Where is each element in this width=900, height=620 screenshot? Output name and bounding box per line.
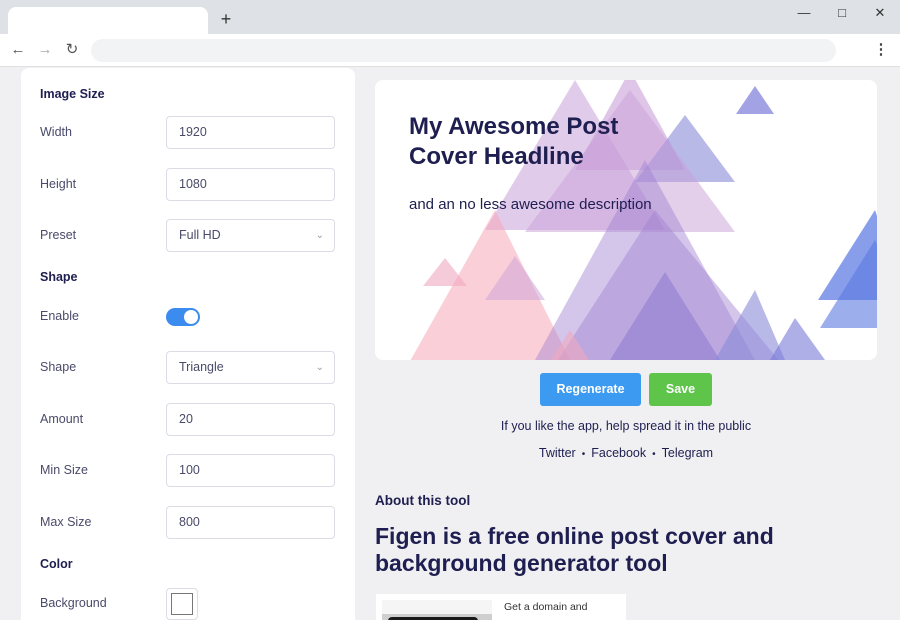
telegram-link[interactable]: Telegram bbox=[662, 446, 713, 460]
ad-text: Get a domain and bbox=[504, 601, 588, 613]
amount-label: Amount bbox=[40, 412, 84, 426]
preset-value: Full HD bbox=[179, 228, 221, 242]
enable-toggle[interactable] bbox=[166, 308, 200, 326]
max-size-label: Max Size bbox=[40, 515, 92, 529]
background-label: Background bbox=[40, 596, 107, 610]
separator-dot: • bbox=[652, 449, 656, 460]
save-button[interactable]: Save bbox=[649, 373, 712, 406]
settings-panel: Image Size Width 1920 Height 1080 Preset… bbox=[21, 68, 355, 620]
forward-icon[interactable]: → bbox=[35, 40, 55, 60]
separator-dot: • bbox=[581, 449, 586, 460]
background-color-swatch bbox=[171, 593, 193, 615]
menu-icon[interactable]: ⋮ bbox=[872, 40, 890, 60]
shape-value: Triangle bbox=[179, 360, 224, 374]
cover-preview: My Awesome Post Cover Headline and an no… bbox=[375, 80, 877, 360]
shape-title: Shape bbox=[40, 270, 78, 284]
image-size-title: Image Size bbox=[40, 87, 105, 101]
width-input[interactable]: 1920 bbox=[166, 116, 335, 149]
preset-select[interactable]: Full HD ⌄ bbox=[166, 219, 335, 252]
height-input[interactable]: 1080 bbox=[166, 168, 335, 201]
color-title: Color bbox=[40, 557, 73, 571]
new-tab-button[interactable]: + bbox=[216, 9, 236, 29]
ad-thumbnail bbox=[382, 600, 492, 620]
regenerate-button[interactable]: Regenerate bbox=[540, 373, 641, 406]
height-label: Height bbox=[40, 177, 77, 191]
amount-input[interactable]: 20 bbox=[166, 403, 335, 436]
chevron-down-icon: ⌄ bbox=[315, 230, 324, 241]
about-label: About this tool bbox=[375, 493, 471, 508]
min-size-input[interactable]: 100 bbox=[166, 454, 335, 487]
min-size-label: Min Size bbox=[40, 463, 88, 477]
back-icon[interactable]: ← bbox=[8, 40, 28, 60]
preset-label: Preset bbox=[40, 228, 77, 242]
reload-icon[interactable]: ↻ bbox=[62, 40, 82, 60]
max-size-input[interactable]: 800 bbox=[166, 506, 335, 539]
preview-headline: My Awesome Post Cover Headline bbox=[409, 113, 619, 170]
browser-toolbar: ← → ↻ ⋮ bbox=[0, 34, 900, 67]
address-bar[interactable] bbox=[91, 39, 836, 62]
maximize-icon[interactable]: □ bbox=[831, 4, 853, 22]
close-icon[interactable]: ✕ bbox=[869, 4, 891, 22]
shape-select[interactable]: Triangle ⌄ bbox=[166, 351, 335, 384]
tab-strip: + — □ ✕ bbox=[0, 0, 900, 34]
toggle-knob bbox=[184, 310, 198, 324]
chevron-down-icon: ⌄ bbox=[315, 362, 324, 373]
width-label: Width bbox=[40, 125, 72, 139]
preview-description: and an no less awesome description bbox=[409, 196, 652, 213]
ad-card[interactable]: Get a domain and bbox=[376, 594, 626, 620]
about-heading: Figen is a free online post cover and ba… bbox=[375, 523, 774, 576]
enable-label: Enable bbox=[40, 309, 79, 323]
facebook-link[interactable]: Facebook bbox=[591, 446, 646, 460]
background-color-picker[interactable] bbox=[166, 588, 198, 620]
shape-label: Shape bbox=[40, 360, 77, 374]
twitter-link[interactable]: Twitter bbox=[539, 446, 576, 460]
share-links: Twitter • Facebook • Telegram bbox=[375, 446, 877, 460]
browser-tab[interactable] bbox=[8, 7, 208, 34]
minimize-icon[interactable]: — bbox=[793, 4, 815, 22]
share-text: If you like the app, help spread it in t… bbox=[500, 419, 752, 433]
